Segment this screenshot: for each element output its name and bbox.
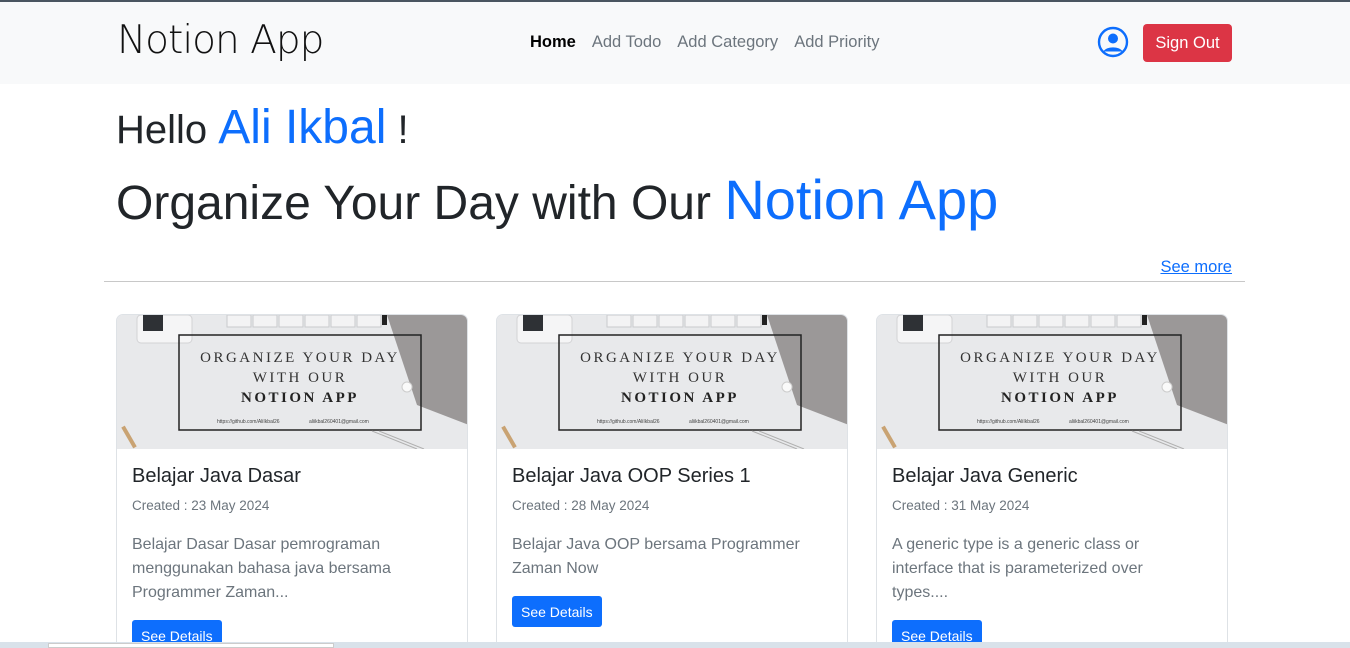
nav-add-todo[interactable]: Add Todo	[592, 33, 661, 52]
card-description: Belajar Dasar Dasar pemrograman mengguna…	[132, 536, 391, 601]
card-created-date: Created : 31 May 2024	[892, 498, 1030, 513]
banner-link-github: https://github.com/AliIkbal26	[217, 419, 280, 425]
card-banner-image: ORGANIZE YOUR DAY WITH OUR NOTION APP ht…	[117, 315, 467, 449]
see-details-button[interactable]: See Details	[512, 596, 602, 627]
banner-line3: NOTION APP	[241, 390, 359, 406]
card-body: Belajar Java OOP Series 1 Created : 28 M…	[497, 449, 847, 641]
divider	[104, 281, 1245, 282]
banner-link-github: https://github.com/AliIkbal26	[597, 419, 660, 425]
banner-line1: ORGANIZE YOUR DAY	[960, 350, 1160, 366]
card-title[interactable]: Belajar Java Dasar	[132, 465, 452, 488]
banner-link-github: https://github.com/AliIkbal26	[977, 419, 1040, 425]
nav-add-priority[interactable]: Add Priority	[794, 33, 879, 52]
brand-logo[interactable]: Notion App	[117, 18, 324, 63]
banner-link-email: aliikbal260401@gmail.com	[309, 419, 369, 425]
banner-line1: ORGANIZE YOUR DAY	[580, 350, 780, 366]
banner-line2: WITH OUR	[633, 370, 728, 386]
banner-line3: NOTION APP	[1001, 390, 1119, 406]
greeting: Hello Ali Ikbal !	[116, 100, 409, 155]
tagline-prefix: Organize Your Day with Our	[116, 177, 711, 230]
card-description: Belajar Java OOP bersama Programmer Zama…	[512, 536, 800, 577]
banner-line2: WITH OUR	[253, 370, 348, 386]
greeting-suffix: !	[397, 108, 409, 152]
card-created-date: Created : 28 May 2024	[512, 498, 650, 513]
taskbar-tab[interactable]	[48, 643, 334, 648]
todo-card: ORGANIZE YOUR DAY WITH OUR NOTION APP ht…	[876, 314, 1228, 648]
user-name: Ali Ikbal	[218, 101, 387, 154]
greeting-prefix: Hello	[116, 108, 208, 152]
card-created-date: Created : 23 May 2024	[132, 498, 270, 513]
page-title: Organize Your Day with Our Notion App	[116, 167, 998, 232]
banner-line3: NOTION APP	[621, 390, 739, 406]
card-title[interactable]: Belajar Java OOP Series 1	[512, 465, 832, 488]
card-description: A generic type is a generic class or int…	[892, 536, 1143, 601]
tagline-app-name: Notion App	[724, 168, 999, 231]
navbar: Notion App Home Add Todo Add Category Ad…	[0, 2, 1350, 84]
banner-line1: ORGANIZE YOUR DAY	[200, 350, 400, 366]
card-body: Belajar Java Dasar Created : 23 May 2024…	[117, 449, 467, 648]
todo-card: ORGANIZE YOUR DAY WITH OUR NOTION APP ht…	[496, 314, 848, 648]
nav-home[interactable]: Home	[530, 33, 576, 52]
nav-links: Home Add Todo Add Category Add Priority	[530, 33, 879, 52]
sign-out-button[interactable]: Sign Out	[1143, 24, 1232, 62]
card-body: Belajar Java Generic Created : 31 May 20…	[877, 449, 1227, 648]
card-banner-image: ORGANIZE YOUR DAY WITH OUR NOTION APP ht…	[497, 315, 847, 449]
card-title[interactable]: Belajar Java Generic	[892, 465, 1212, 488]
banner-line2: WITH OUR	[1013, 370, 1108, 386]
user-circle-icon[interactable]	[1097, 26, 1129, 58]
todo-card: ORGANIZE YOUR DAY WITH OUR NOTION APP ht…	[116, 314, 468, 648]
card-banner-image: ORGANIZE YOUR DAY WITH OUR NOTION APP ht…	[877, 315, 1227, 449]
nav-add-category[interactable]: Add Category	[677, 33, 778, 52]
banner-link-email: aliikbal260401@gmail.com	[1069, 419, 1129, 425]
banner-link-email: aliikbal260401@gmail.com	[689, 419, 749, 425]
see-more-link[interactable]: See more	[1160, 258, 1232, 277]
